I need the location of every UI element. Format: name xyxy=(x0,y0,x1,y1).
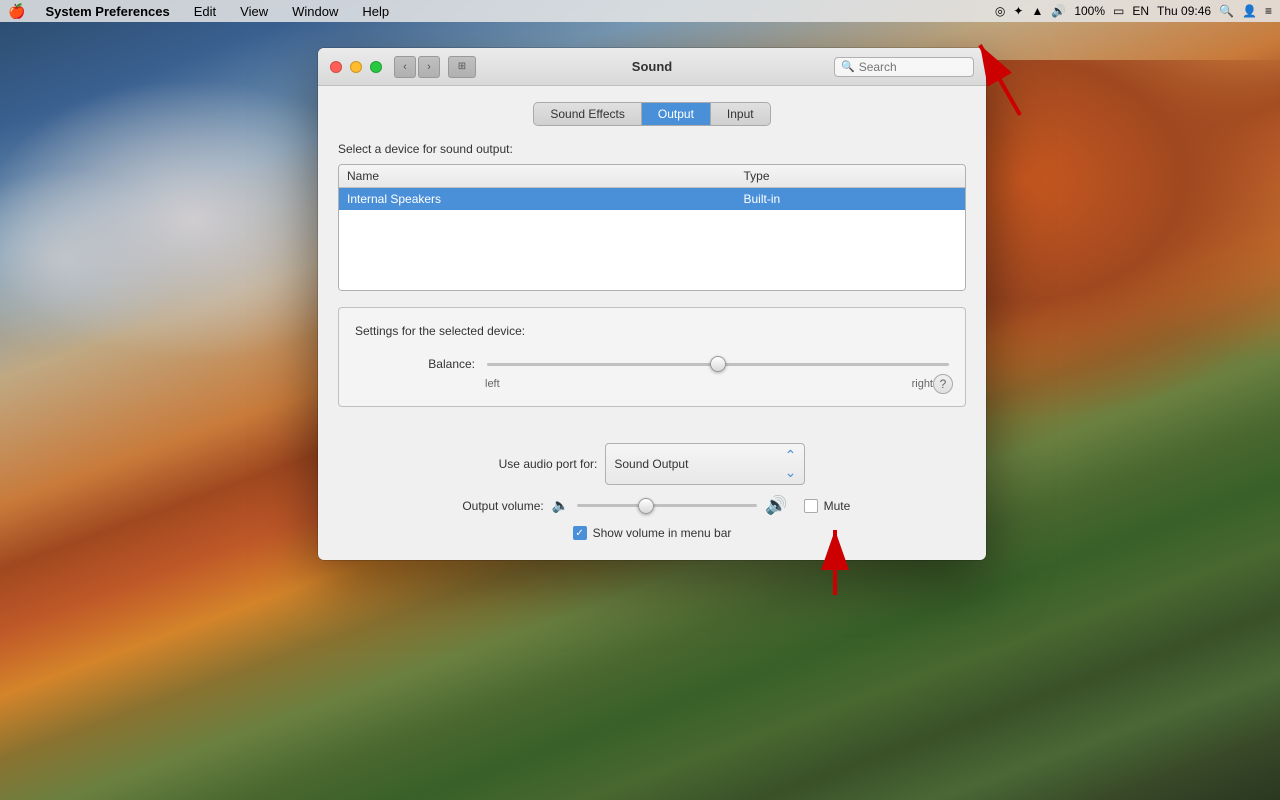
show-volume-label: Show volume in menu bar xyxy=(593,526,732,540)
search-input[interactable] xyxy=(859,60,967,74)
balance-label: Balance: xyxy=(415,357,475,371)
mute-row: Mute xyxy=(804,499,851,513)
select-arrow-icon: ⌃⌄ xyxy=(785,447,797,481)
menubar-view[interactable]: View xyxy=(236,4,272,19)
help-button[interactable]: ? xyxy=(933,374,953,394)
titlebar: ‹ › ⊞ Sound 🔍 xyxy=(318,48,986,86)
volume-slider[interactable] xyxy=(577,496,757,516)
menubar-right: ◎ ✦ ▲ 🔊 100% ▭ EN Thu 09:46 🔍 👤 ≡ xyxy=(995,4,1272,18)
output-volume-label: Output volume: xyxy=(454,499,544,513)
mute-checkbox[interactable] xyxy=(804,499,818,513)
audio-port-value: Sound Output xyxy=(614,457,688,471)
tabs-container: Sound Effects Output Input xyxy=(338,102,966,126)
tab-group: Sound Effects Output Input xyxy=(533,102,770,126)
column-type-header: Type xyxy=(744,169,958,183)
wifi-icon: ▲ xyxy=(1031,4,1043,18)
notification-icon[interactable]: ≡ xyxy=(1265,4,1272,18)
show-volume-checkbox[interactable]: ✓ xyxy=(573,526,587,540)
device-type-cell: Built-in xyxy=(744,192,958,206)
bluetooth-icon: ✦ xyxy=(1013,4,1023,18)
device-table: Name Type Internal Speakers Built-in xyxy=(338,164,966,291)
window-title: Sound xyxy=(632,59,672,74)
volume-high-icon: 🔊 xyxy=(765,495,787,516)
menubar-system-preferences[interactable]: System Preferences xyxy=(41,4,173,19)
nav-arrows: ‹ › xyxy=(394,56,440,78)
audio-port-label: Use audio port for: xyxy=(499,457,598,471)
menubar: 🍎 System Preferences Edit View Window He… xyxy=(0,0,1280,22)
volume-track xyxy=(577,504,757,507)
balance-row: Balance: xyxy=(415,354,949,374)
table-empty-space xyxy=(339,210,965,290)
menubar-edit[interactable]: Edit xyxy=(190,4,220,19)
volume-low-icon: 🔈 xyxy=(552,497,569,514)
menubar-window[interactable]: Window xyxy=(288,4,342,19)
device-section-label: Select a device for sound output: xyxy=(338,142,966,156)
search-icon: 🔍 xyxy=(841,60,855,73)
settings-box: Settings for the selected device: Balanc… xyxy=(338,307,966,407)
balance-left-label: left xyxy=(485,378,500,390)
window-content: Sound Effects Output Input Select a devi… xyxy=(318,86,986,443)
clock: Thu 09:46 xyxy=(1157,4,1211,18)
menubar-left: 🍎 System Preferences Edit View Window He… xyxy=(8,3,393,20)
language-icon: EN xyxy=(1132,4,1149,18)
balance-right-label: right xyxy=(912,378,933,390)
spotlight-icon[interactable]: 🔍 xyxy=(1219,4,1234,18)
volume-thumb[interactable] xyxy=(638,498,654,514)
show-volume-row: ✓ Show volume in menu bar xyxy=(338,526,966,540)
balance-track xyxy=(487,363,949,366)
tab-output[interactable]: Output xyxy=(642,103,711,125)
forward-button[interactable]: › xyxy=(418,56,440,78)
tab-input[interactable]: Input xyxy=(711,103,770,125)
maximize-button[interactable] xyxy=(370,61,382,73)
balance-thumb[interactable] xyxy=(710,356,726,372)
minimize-button[interactable] xyxy=(350,61,362,73)
back-button[interactable]: ‹ xyxy=(394,56,416,78)
sound-window: ‹ › ⊞ Sound 🔍 Sound Effects Output Input… xyxy=(318,48,986,560)
tab-sound-effects[interactable]: Sound Effects xyxy=(534,103,642,125)
menubar-help[interactable]: Help xyxy=(358,4,393,19)
user-icon[interactable]: 👤 xyxy=(1242,4,1257,18)
search-box[interactable]: 🔍 xyxy=(834,57,974,77)
device-name-cell: Internal Speakers xyxy=(347,192,744,206)
settings-label: Settings for the selected device: xyxy=(355,324,949,338)
bottom-controls: Use audio port for: Sound Output ⌃⌄ Outp… xyxy=(318,443,986,560)
table-header: Name Type xyxy=(339,165,965,188)
traffic-lights xyxy=(330,61,382,73)
location-icon: ◎ xyxy=(995,4,1005,18)
audio-port-select[interactable]: Sound Output ⌃⌄ xyxy=(605,443,805,485)
grid-view-button[interactable]: ⊞ xyxy=(448,56,476,78)
volume-row: Output volume: 🔈 🔊 Mute xyxy=(338,495,966,516)
apple-menu[interactable]: 🍎 xyxy=(8,3,25,20)
battery-percent: 100% xyxy=(1074,4,1105,18)
battery-icon: ▭ xyxy=(1113,4,1124,18)
close-button[interactable] xyxy=(330,61,342,73)
audio-port-row: Use audio port for: Sound Output ⌃⌄ xyxy=(338,443,966,485)
balance-end-labels: left right xyxy=(485,378,933,390)
mute-label: Mute xyxy=(824,499,851,513)
table-body: Internal Speakers Built-in xyxy=(339,188,965,290)
column-name-header: Name xyxy=(347,169,744,183)
volume-menubar-icon[interactable]: 🔊 xyxy=(1051,4,1066,18)
balance-slider[interactable] xyxy=(487,354,949,374)
table-row[interactable]: Internal Speakers Built-in xyxy=(339,188,965,210)
